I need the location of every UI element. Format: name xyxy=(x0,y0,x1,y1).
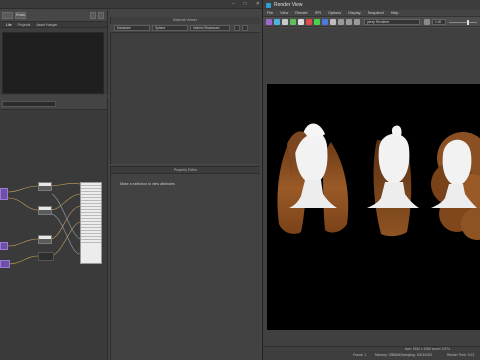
exposure-value[interactable]: 1.00 xyxy=(432,19,446,25)
hypershade-bin-area[interactable] xyxy=(2,32,104,94)
node-shading-group[interactable] xyxy=(80,182,102,264)
renderer-dropdown[interactable]: Hardware xyxy=(114,25,150,31)
render-view-title: Render View xyxy=(274,2,303,8)
close-icon[interactable]: ✕ xyxy=(256,1,260,7)
status-size-zoom: size: 1920 x 1080 zoom: 0.574 xyxy=(405,347,450,351)
node-texture[interactable] xyxy=(0,260,10,268)
status-frame: Frame: 1 xyxy=(353,353,367,357)
material-viewer-pane xyxy=(110,17,260,164)
blue-channel-icon[interactable] xyxy=(322,19,328,25)
menu-render[interactable]: Render xyxy=(295,11,307,15)
property-editor-hint: Make a selection to view attributes xyxy=(120,182,175,186)
model-curly-hair xyxy=(431,132,480,240)
refresh-icon[interactable] xyxy=(242,25,248,31)
snapshot-icon[interactable] xyxy=(282,19,288,25)
exposure-slider[interactable] xyxy=(449,20,477,25)
node-hair-shader[interactable] xyxy=(0,188,8,200)
menu-file[interactable]: File xyxy=(267,11,273,15)
rows-button-label: Rows xyxy=(16,13,25,17)
render-view-titlebar: Render View xyxy=(263,0,480,10)
menu-ipr[interactable]: IPR xyxy=(315,11,321,15)
hair-render-image xyxy=(277,123,480,240)
menu-display[interactable]: Display xyxy=(348,11,360,15)
rgb-channel-icon[interactable] xyxy=(298,19,304,25)
hypershade-toolbar: Rows xyxy=(0,10,107,22)
exposure-icon xyxy=(424,19,430,25)
property-editor-title: Property Editor xyxy=(111,167,260,174)
material-viewer-title: Material Viewer xyxy=(172,18,198,22)
red-channel-icon[interactable] xyxy=(306,19,312,25)
render-view-status-bar: size: 1920 x 1080 zoom: 0.574 Frame: 1 M… xyxy=(263,346,480,360)
node-editor-pane xyxy=(0,97,108,360)
status-sampling: Sampling: 3/3/3/3/3/2 xyxy=(401,353,433,357)
node-editor-header xyxy=(0,97,107,110)
maya-logo-icon xyxy=(266,2,271,8)
render-canvas[interactable] xyxy=(263,28,480,350)
real-size-icon[interactable] xyxy=(338,19,344,25)
rows-button[interactable]: Rows xyxy=(15,12,26,19)
shape-dropdown[interactable]: Sphere xyxy=(152,25,188,31)
menu-snapshot[interactable]: Snapshot xyxy=(368,11,384,15)
green-channel-icon[interactable] xyxy=(314,19,320,25)
exposure-slider-handle[interactable] xyxy=(467,20,470,25)
menu-options[interactable]: Options xyxy=(328,11,341,15)
tab-asset-hanger[interactable]: Asset Hanger xyxy=(36,22,57,27)
remove-image-icon[interactable] xyxy=(354,19,360,25)
keep-image-icon[interactable] xyxy=(346,19,352,25)
material-viewer-toolbar: Hardware Sphere Indirect Shadowed xyxy=(110,24,260,33)
status-render-time: Render Time: 0:13 xyxy=(447,353,475,357)
window-controls: – □ ✕ xyxy=(232,1,260,7)
hypershade-browser-pane: Rows Lite Projects Asset Hanger xyxy=(0,10,108,95)
minimize-icon[interactable]: – xyxy=(232,1,235,7)
model-ponytail-hair xyxy=(367,125,419,237)
node-search-input[interactable] xyxy=(2,101,56,107)
menu-view[interactable]: View xyxy=(280,11,288,15)
rendered-image xyxy=(267,84,480,330)
tab-projects[interactable]: Projects xyxy=(18,22,31,27)
node-ramp[interactable] xyxy=(0,242,8,250)
maximize-icon[interactable]: □ xyxy=(244,1,247,7)
property-editor-pane: Property Editor Make a selection to view… xyxy=(110,166,260,360)
maya-main-window: – □ ✕ Rows Lite Projects Asset Hanger Ma… xyxy=(0,0,262,360)
node-remap[interactable] xyxy=(38,252,54,261)
render-view-window: Render View File View Render IPR Options… xyxy=(262,0,480,360)
node-place2d[interactable] xyxy=(38,182,52,191)
node-blend[interactable] xyxy=(38,235,52,244)
float-icon[interactable] xyxy=(90,12,96,19)
render-view-toolbar: persp Renderer 1.00 xyxy=(263,17,480,27)
node-file[interactable] xyxy=(38,206,52,215)
menu-help[interactable]: Help xyxy=(391,11,399,15)
render-region-icon[interactable] xyxy=(274,19,280,25)
create-icon[interactable] xyxy=(2,12,13,19)
pause-icon[interactable] xyxy=(234,25,240,31)
alpha-channel-icon[interactable] xyxy=(330,19,336,25)
render-view-menubar: File View Render IPR Options Display Sna… xyxy=(263,10,480,17)
model-wavy-hair xyxy=(277,123,349,234)
window-title-bar: – □ ✕ xyxy=(0,0,262,9)
node-graph-canvas[interactable] xyxy=(0,114,106,360)
hypershade-tabs: Lite Projects Asset Hanger xyxy=(0,22,107,28)
status-memory: Memory: 3958Mb xyxy=(375,353,401,357)
ipr-icon[interactable] xyxy=(290,19,296,25)
close-pane-icon[interactable] xyxy=(98,12,104,19)
camera-dropdown[interactable]: persp Renderer xyxy=(364,19,420,25)
environment-dropdown[interactable]: Indirect Shadowed xyxy=(190,25,230,31)
tab-lite[interactable]: Lite xyxy=(6,22,12,27)
redo-render-icon[interactable] xyxy=(266,19,272,25)
